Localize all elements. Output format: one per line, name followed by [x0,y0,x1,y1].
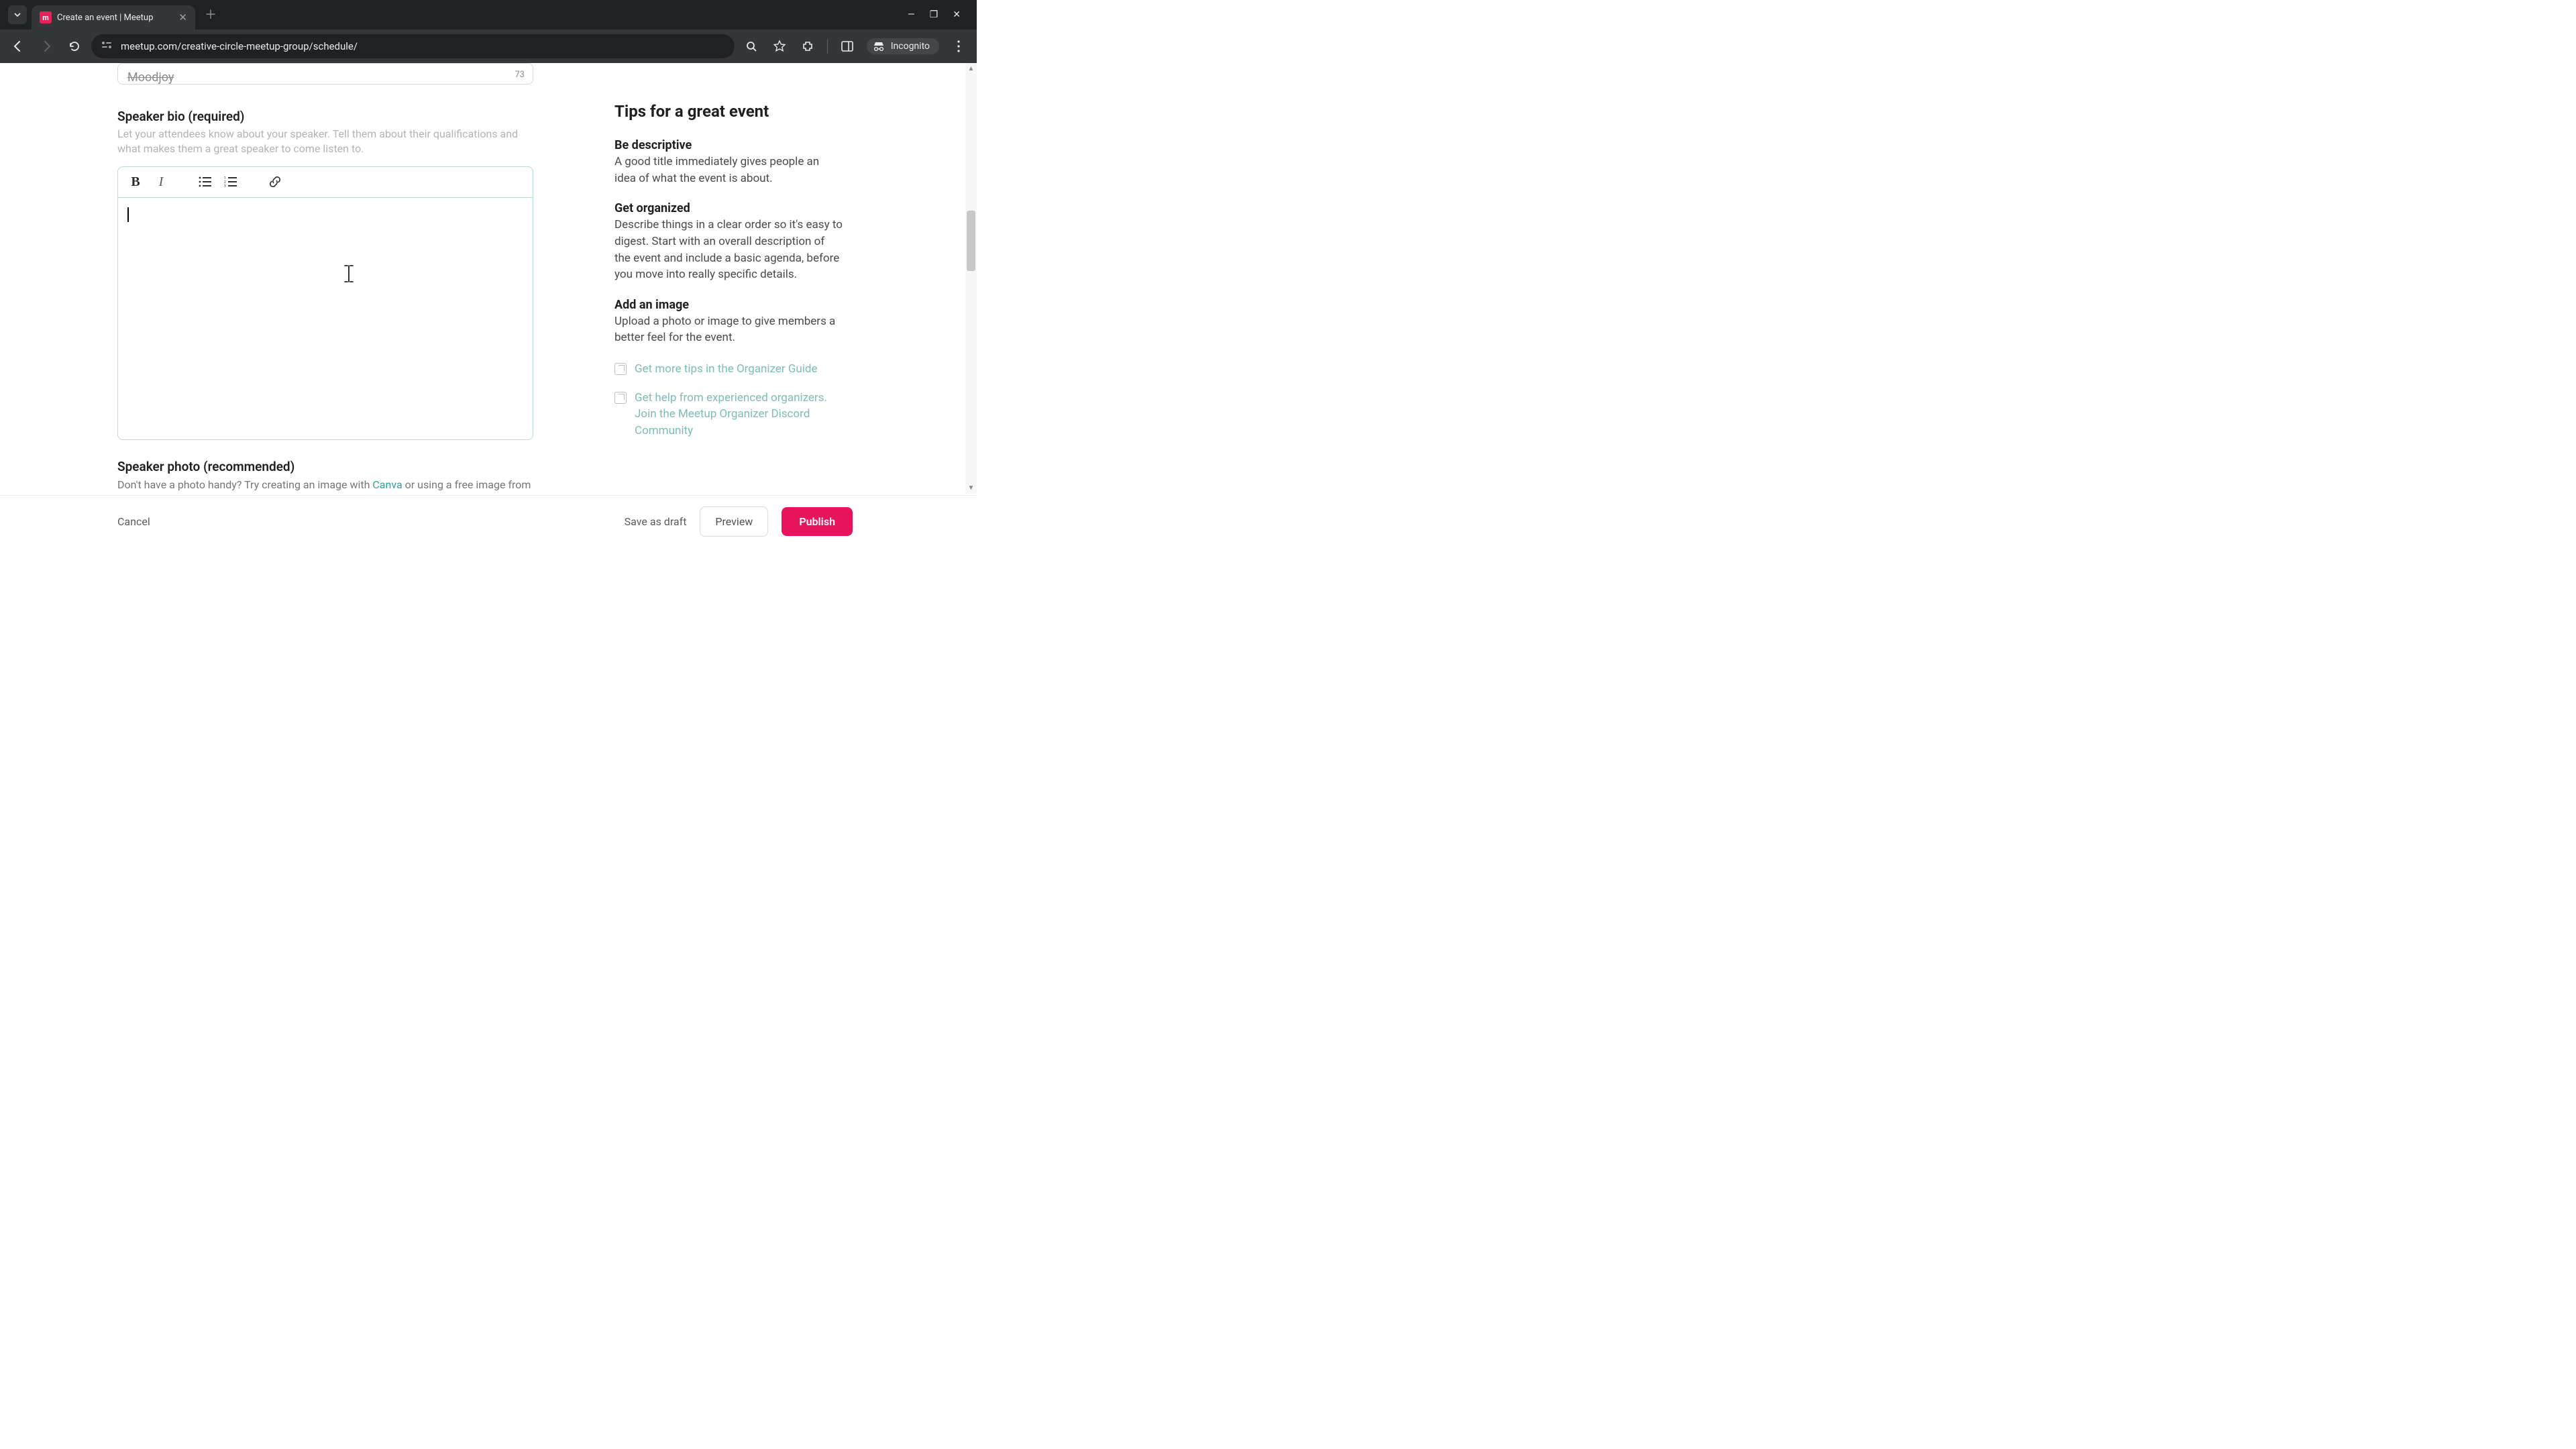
tip-body: Upload a photo or image to give members … [614,313,843,346]
organizer-guide-link[interactable]: Get more tips in the Organizer Guide [614,361,843,378]
link-text: Get more tips in the Organizer Guide [635,361,818,378]
incognito-label: Incognito [891,41,930,52]
external-link-icon [614,392,627,404]
text-caret [127,207,129,222]
scrollbar[interactable]: ▲ ▼ [965,63,977,494]
svg-text:3: 3 [224,184,226,187]
separator [827,39,828,54]
speaker-bio-editor: B I 123 [117,166,533,440]
tips-heading: Tips for a great event [614,102,843,121]
chrome-menu-icon[interactable] [947,35,970,58]
tip-body: Describe things in a clear order so it's… [614,217,843,283]
publish-button[interactable]: Publish [782,507,853,536]
address-bar[interactable]: meetup.com/creative-circle-meetup-group/… [91,34,735,58]
new-tab-button[interactable]: ＋ [205,5,217,23]
close-tab-icon[interactable]: ✕ [178,11,187,23]
speaker-bio-help: Let your attendees know about your speak… [117,127,533,157]
incognito-icon [872,41,885,52]
text-cursor-icon [343,265,355,285]
close-window-icon[interactable]: ✕ [953,9,961,20]
link-button[interactable] [263,170,287,194]
tip-body: A good title immediately gives people an… [614,154,843,186]
search-icon[interactable] [740,35,763,58]
tabs-dropdown-button[interactable] [8,5,27,24]
scroll-thumb[interactable] [967,211,975,271]
tip-item: Be descriptive A good title immediately … [614,138,843,186]
speaker-photo-label: Speaker photo (recommended) [117,459,533,474]
page-content: Moodjoy 73 Speaker bio (required) Let yo… [0,63,977,547]
browser-toolbar: meetup.com/creative-circle-meetup-group/… [0,30,977,63]
bullet-list-button[interactable] [193,170,217,194]
incognito-badge[interactable]: Incognito [867,38,939,54]
site-settings-icon[interactable] [101,40,113,52]
numbered-list-button[interactable]: 123 [219,170,243,194]
scroll-up-icon[interactable]: ▲ [965,63,977,74]
tips-sidebar: Tips for a great event Be descriptive A … [614,102,843,451]
bold-button[interactable]: B [123,170,148,194]
tip-title: Get organized [614,201,843,215]
forward-button[interactable] [35,35,58,58]
preview-button[interactable]: Preview [700,506,768,537]
cancel-button[interactable]: Cancel [117,515,150,528]
url-text: meetup.com/creative-circle-meetup-group/… [121,40,358,52]
footer-actions: Cancel Save as draft Preview Publish [0,495,977,547]
tip-item: Add an image Upload a photo or image to … [614,298,843,346]
save-draft-button[interactable]: Save as draft [625,515,687,528]
event-title-value: Moodjoy [127,70,174,85]
discord-community-link[interactable]: Get help from experienced organizers. Jo… [614,390,843,439]
link-text: Get help from experienced organizers. Jo… [635,390,843,439]
scroll-down-icon[interactable]: ▼ [965,482,977,494]
bookmark-star-icon[interactable] [768,35,791,58]
photo-help-1: Don't have a photo handy? Try creating a… [117,478,372,491]
tip-title: Be descriptive [614,138,843,152]
canva-link[interactable]: Canva [372,478,402,491]
browser-tab-strip: m Create an event | Meetup ✕ ＋ ― ❐ ✕ [0,0,977,30]
minimize-icon[interactable]: ― [908,9,915,20]
maximize-icon[interactable]: ❐ [930,9,938,20]
event-title-input[interactable]: Moodjoy 73 [117,63,533,85]
tip-item: Get organized Describe things in a clear… [614,201,843,283]
reload-button[interactable] [63,35,86,58]
meetup-favicon: m [40,11,52,23]
tip-title: Add an image [614,298,843,312]
external-link-icon [614,363,627,375]
browser-tab[interactable]: m Create an event | Meetup ✕ [32,5,195,30]
italic-button[interactable]: I [149,170,173,194]
editor-textarea[interactable] [118,198,533,439]
tab-title: Create an event | Meetup [57,13,173,23]
char-remaining: 73 [515,70,525,80]
extensions-icon[interactable] [796,35,819,58]
side-panel-icon[interactable] [836,35,859,58]
back-button[interactable] [7,35,30,58]
editor-toolbar: B I 123 [118,167,533,198]
speaker-bio-label: Speaker bio (required) [117,109,533,124]
